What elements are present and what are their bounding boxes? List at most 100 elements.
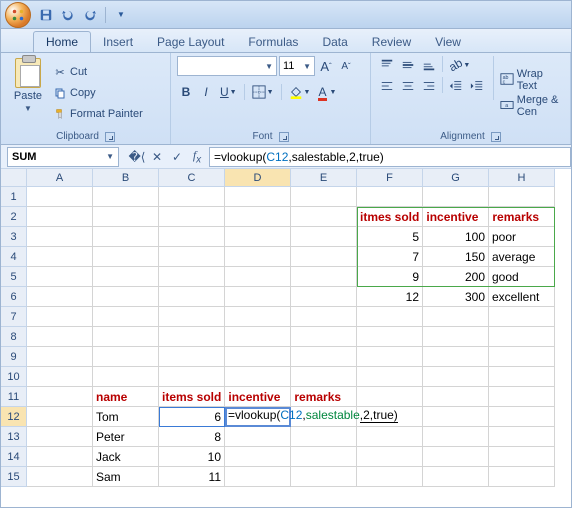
- cell-H11[interactable]: [489, 387, 555, 407]
- cell-C2[interactable]: [159, 207, 225, 227]
- cell-F15[interactable]: [357, 467, 423, 487]
- cell-A3[interactable]: [27, 227, 93, 247]
- cell-A13[interactable]: [27, 427, 93, 447]
- cell-C3[interactable]: [159, 227, 225, 247]
- cell-D4[interactable]: [225, 247, 291, 267]
- cell-F7[interactable]: [357, 307, 423, 327]
- format-painter-button[interactable]: Format Painter: [53, 104, 143, 124]
- cell-D2[interactable]: [225, 207, 291, 227]
- cell-G14[interactable]: [423, 447, 489, 467]
- align-center-button[interactable]: [398, 77, 418, 95]
- cell-F8[interactable]: [357, 327, 423, 347]
- font-color-button[interactable]: A▼: [315, 83, 339, 101]
- undo-button[interactable]: [59, 6, 77, 24]
- cell-D8[interactable]: [225, 327, 291, 347]
- cell-A5[interactable]: [27, 267, 93, 287]
- row-header-2[interactable]: 2: [1, 207, 27, 227]
- cell-B3[interactable]: [93, 227, 159, 247]
- row-header-11[interactable]: 11: [1, 387, 27, 407]
- cell-F2[interactable]: itmes sold: [357, 207, 423, 227]
- cell-H14[interactable]: [489, 447, 555, 467]
- cell-A6[interactable]: [27, 287, 93, 307]
- cell-F9[interactable]: [357, 347, 423, 367]
- cell-E14[interactable]: [291, 447, 357, 467]
- cell-E6[interactable]: [291, 287, 357, 307]
- cell-D7[interactable]: [225, 307, 291, 327]
- underline-button[interactable]: U▼: [217, 83, 240, 101]
- bold-button[interactable]: B: [177, 83, 195, 101]
- cell-F4[interactable]: 7: [357, 247, 423, 267]
- cell-B12[interactable]: Tom: [93, 407, 159, 427]
- cell-G15[interactable]: [423, 467, 489, 487]
- cell-B7[interactable]: [93, 307, 159, 327]
- cell-H4[interactable]: average: [489, 247, 555, 267]
- tab-home[interactable]: Home: [33, 31, 91, 52]
- decrease-indent-button[interactable]: [446, 77, 466, 95]
- cell-G9[interactable]: [423, 347, 489, 367]
- cell-D1[interactable]: [225, 187, 291, 207]
- border-button[interactable]: ▼: [249, 83, 277, 101]
- cell-B6[interactable]: [93, 287, 159, 307]
- name-box[interactable]: SUM▼: [7, 147, 119, 167]
- cell-H9[interactable]: [489, 347, 555, 367]
- cell-H5[interactable]: good: [489, 267, 555, 287]
- cell-B13[interactable]: Peter: [93, 427, 159, 447]
- align-top-button[interactable]: [377, 56, 397, 74]
- alignment-dialog-launcher[interactable]: [491, 132, 501, 142]
- font-name-combo[interactable]: ▼: [177, 56, 277, 76]
- cell-D14[interactable]: [225, 447, 291, 467]
- row-header-1[interactable]: 1: [1, 187, 27, 207]
- cell-F13[interactable]: [357, 427, 423, 447]
- row-header-7[interactable]: 7: [1, 307, 27, 327]
- cell-E8[interactable]: [291, 327, 357, 347]
- cell-B14[interactable]: Jack: [93, 447, 159, 467]
- cell-A2[interactable]: [27, 207, 93, 227]
- cell-C14[interactable]: 10: [159, 447, 225, 467]
- row-header-4[interactable]: 4: [1, 247, 27, 267]
- shrink-font-button[interactable]: Aˇ: [337, 57, 355, 75]
- row-header-14[interactable]: 14: [1, 447, 27, 467]
- cell-G3[interactable]: 100: [423, 227, 489, 247]
- col-header-D[interactable]: D: [225, 169, 291, 187]
- cell-E2[interactable]: [291, 207, 357, 227]
- cell-H2[interactable]: remarks: [489, 207, 555, 227]
- tab-page-layout[interactable]: Page Layout: [145, 32, 236, 52]
- cell-E5[interactable]: [291, 267, 357, 287]
- cell-D3[interactable]: [225, 227, 291, 247]
- cell-A11[interactable]: [27, 387, 93, 407]
- cell-G2[interactable]: incentive: [423, 207, 489, 227]
- tab-insert[interactable]: Insert: [91, 32, 145, 52]
- cell-C10[interactable]: [159, 367, 225, 387]
- cell-B5[interactable]: [93, 267, 159, 287]
- cell-H13[interactable]: [489, 427, 555, 447]
- cell-F1[interactable]: [357, 187, 423, 207]
- row-header-13[interactable]: 13: [1, 427, 27, 447]
- cell-A7[interactable]: [27, 307, 93, 327]
- row-header-9[interactable]: 9: [1, 347, 27, 367]
- col-header-G[interactable]: G: [423, 169, 489, 187]
- col-header-H[interactable]: H: [489, 169, 555, 187]
- cell-E7[interactable]: [291, 307, 357, 327]
- cell-A14[interactable]: [27, 447, 93, 467]
- align-right-button[interactable]: [419, 77, 439, 95]
- qat-customize[interactable]: ▼: [112, 6, 130, 24]
- clipboard-dialog-launcher[interactable]: [105, 132, 115, 142]
- cell-C4[interactable]: [159, 247, 225, 267]
- cell-A1[interactable]: [27, 187, 93, 207]
- formula-input[interactable]: =vlookup(C12,salestable,2,true): [209, 147, 571, 167]
- cell-G12[interactable]: [423, 407, 489, 427]
- grow-font-button[interactable]: Aˆ: [317, 57, 335, 75]
- col-header-E[interactable]: E: [291, 169, 357, 187]
- cell-B15[interactable]: Sam: [93, 467, 159, 487]
- font-dialog-launcher[interactable]: [279, 132, 289, 142]
- cell-D9[interactable]: [225, 347, 291, 367]
- cell-B9[interactable]: [93, 347, 159, 367]
- row-header-6[interactable]: 6: [1, 287, 27, 307]
- cell-A10[interactable]: [27, 367, 93, 387]
- font-size-combo[interactable]: 11▼: [279, 56, 315, 76]
- cell-E13[interactable]: [291, 427, 357, 447]
- redo-button[interactable]: [81, 6, 99, 24]
- cell-D11[interactable]: incentive: [225, 387, 291, 407]
- row-header-8[interactable]: 8: [1, 327, 27, 347]
- cell-A8[interactable]: [27, 327, 93, 347]
